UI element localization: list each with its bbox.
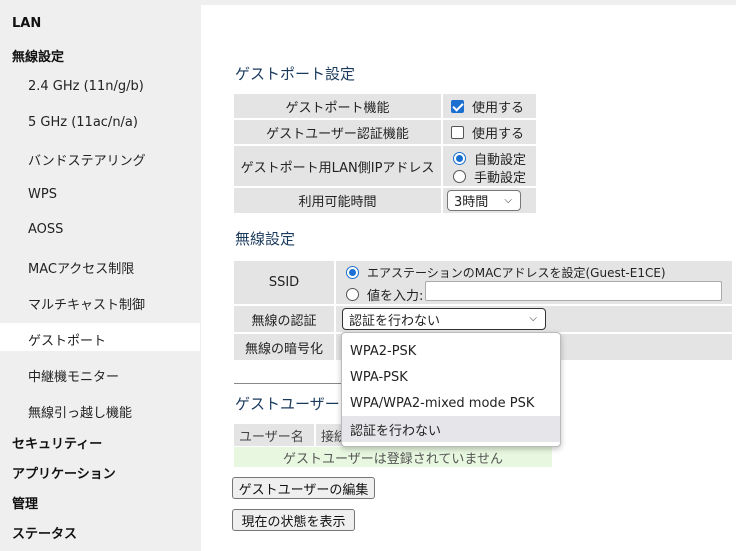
edit-guest-users-button[interactable]: ゲストユーザーの編集 <box>232 477 375 499</box>
nav-multicast[interactable]: マルチキャスト制御 <box>28 294 145 313</box>
nav-guest-port[interactable]: ゲストポート <box>28 330 106 349</box>
guest-auth-label: ゲストユーザー認証機能 <box>234 120 441 144</box>
chevron-down-icon: ⌵ <box>529 313 537 324</box>
nav-wireless-migration[interactable]: 無線引っ越し機能 <box>28 402 132 421</box>
guest-time-value: 3時間 <box>454 195 489 210</box>
guest-auth-checkbox[interactable] <box>451 125 464 139</box>
wireless-auth-cell: 認証を行わない ⌵ <box>336 306 732 332</box>
ssid-label: SSID <box>234 261 334 304</box>
ssid-input[interactable] <box>425 281 722 301</box>
auth-option-none[interactable]: 認証を行わない <box>342 416 560 442</box>
auth-option-wpa-psk[interactable]: WPA-PSK <box>342 364 560 390</box>
nav-wireless[interactable]: 無線設定 <box>12 46 64 65</box>
guest-time-select[interactable]: 3時間 ⌵ <box>447 190 521 211</box>
nav-management[interactable]: 管理 <box>12 493 38 512</box>
wireless-auth-dropdown: WPA2-PSK WPA-PSK WPA/WPA2-mixed mode PSK… <box>341 332 561 447</box>
nav-status[interactable]: ステータス <box>12 523 77 542</box>
wireless-enc-label: 無線の暗号化 <box>234 334 334 360</box>
wireless-auth-value: 認証を行わない <box>349 313 441 329</box>
ssid-mac-label: エアステーションのMACアドレスを設定(Guest-E1CE) <box>367 266 666 280</box>
guest-port-title: ゲストポート設定 <box>235 65 356 83</box>
nav-aoss[interactable]: AOSS <box>28 222 63 237</box>
ssid-custom-radio[interactable] <box>346 288 359 301</box>
guest-users-col-user: ユーザー名 <box>234 424 314 446</box>
wireless-title: 無線設定 <box>235 230 296 248</box>
guest-port-function-cell: 使用する <box>443 94 536 118</box>
main-panel: ゲストポート設定 ゲストポート機能 使用する ゲストユーザー認証機能 使用する … <box>201 5 736 551</box>
guest-port-function-label: ゲストポート機能 <box>234 94 441 118</box>
nav-lan[interactable]: LAN <box>12 16 41 31</box>
guest-ip-label: ゲストポート用LAN側IPアドレス <box>234 146 441 186</box>
auth-option-mixed[interactable]: WPA/WPA2-mixed mode PSK <box>342 390 560 416</box>
guest-time-cell: 3時間 ⌵ <box>443 188 536 213</box>
ssid-mac-radio[interactable] <box>346 266 359 279</box>
nav-mac-filter[interactable]: MACアクセス制限 <box>28 258 134 277</box>
ssid-custom-label: 値を入力: <box>367 289 424 304</box>
nav-band-steering[interactable]: バンドステアリング <box>28 150 146 169</box>
nav-2g[interactable]: 2.4 GHz (11n/g/b) <box>28 79 144 94</box>
guest-users-title: ゲストユーザー <box>235 395 340 413</box>
nav-wps[interactable]: WPS <box>28 187 57 202</box>
sidebar: LAN 無線設定 2.4 GHz (11n/g/b) 5 GHz (11ac/n… <box>0 0 200 551</box>
wireless-auth-select[interactable]: 認証を行わない ⌵ <box>342 308 546 330</box>
guest-ip-auto-label: 自動設定 <box>474 153 527 168</box>
show-status-button[interactable]: 現在の状態を表示 <box>232 509 355 531</box>
guest-ip-cell: 自動設定 手動設定 <box>443 146 536 186</box>
auth-option-wpa2-psk[interactable]: WPA2-PSK <box>342 338 560 364</box>
nav-repeater-monitor[interactable]: 中継機モニター <box>28 366 119 385</box>
nav-security[interactable]: セキュリティー <box>12 433 102 452</box>
guest-ip-manual-label: 手動設定 <box>474 171 527 186</box>
wireless-auth-label: 無線の認証 <box>234 306 334 332</box>
guest-users-empty-row: ゲストユーザーは登録されていません <box>234 447 552 467</box>
guest-ip-auto-radio[interactable] <box>453 152 466 165</box>
guest-port-function-value: 使用する <box>472 100 525 116</box>
guest-time-label: 利用可能時間 <box>234 188 441 213</box>
guest-port-function-checkbox[interactable] <box>451 99 464 113</box>
nav-application[interactable]: アプリケーション <box>12 463 116 482</box>
guest-auth-cell: 使用する <box>443 120 536 144</box>
ssid-cell: エアステーションのMACアドレスを設定(Guest-E1CE) 値を入力: <box>336 261 732 304</box>
guest-auth-value: 使用する <box>472 126 525 142</box>
guest-ip-manual-radio[interactable] <box>453 170 466 183</box>
chevron-down-icon: ⌵ <box>504 195 512 206</box>
nav-5g[interactable]: 5 GHz (11ac/n/a) <box>28 115 138 130</box>
